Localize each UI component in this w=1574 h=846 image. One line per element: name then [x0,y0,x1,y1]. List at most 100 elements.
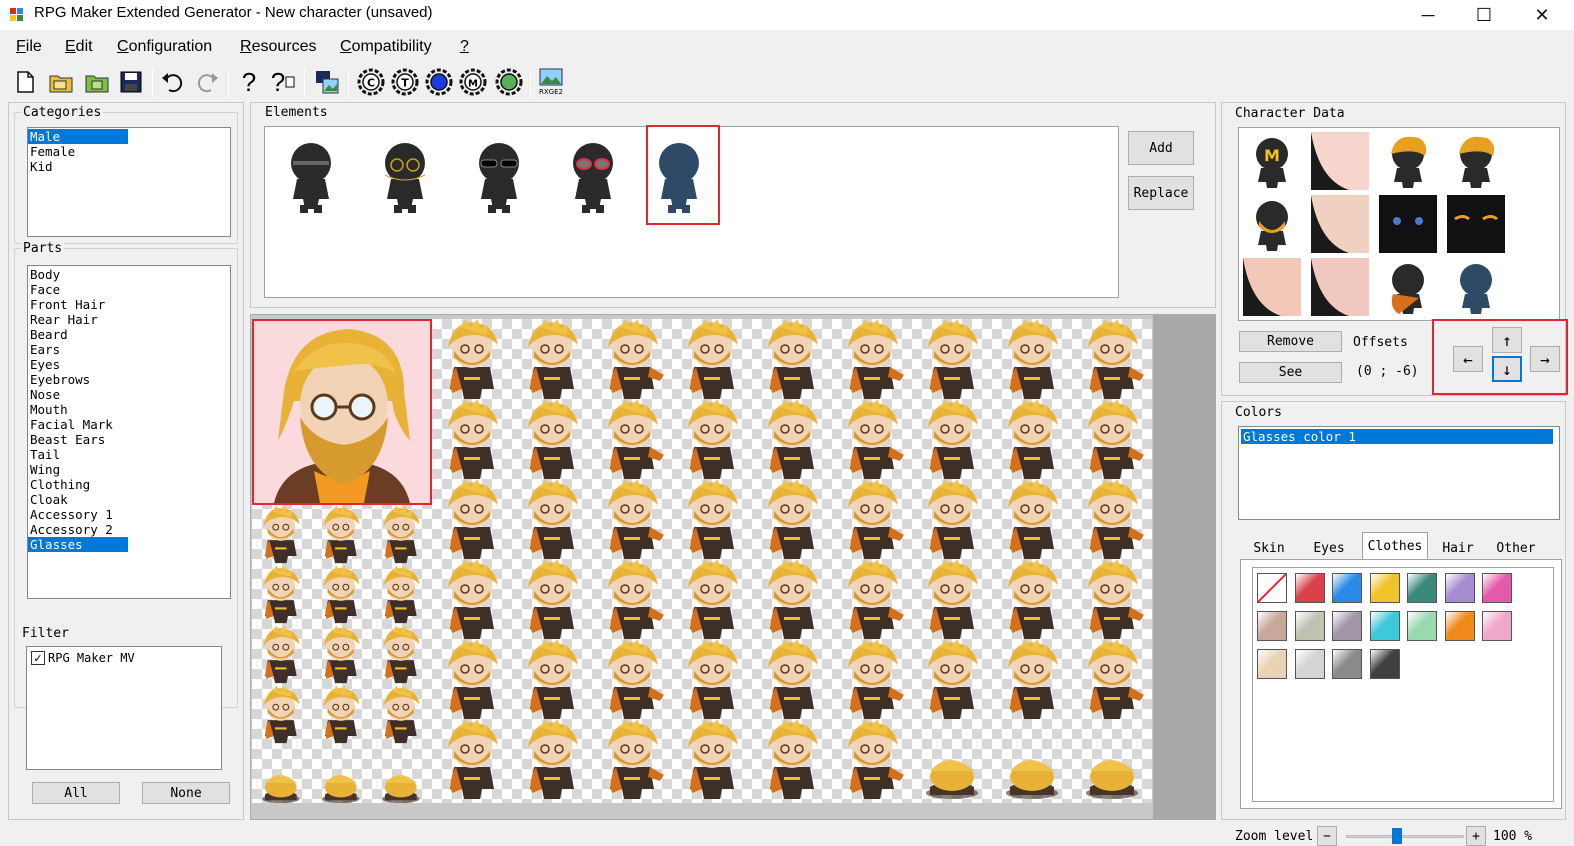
parts-list-item[interactable]: Beard [28,327,230,342]
color-swatch[interactable] [1482,573,1512,603]
offset-left-button[interactable]: ← [1453,346,1483,372]
color-channel-item[interactable]: Glasses color 1 [1241,429,1553,444]
see-button[interactable]: See [1239,362,1342,383]
parts-list-item[interactable]: Beast Ears [28,432,230,447]
menu-edit[interactable]: Edit [65,38,93,56]
zoom-slider-thumb[interactable] [1392,828,1403,844]
tab-clothes[interactable]: Clothes [1362,532,1428,560]
replace-button[interactable]: Replace [1128,176,1194,210]
tool-c-button[interactable]: C [356,67,386,97]
element-thumb-red-glasses-icon[interactable] [563,135,623,215]
parts-list-item[interactable]: Body [28,267,230,282]
color-swatch[interactable] [1407,611,1437,641]
parts-list-item[interactable]: Eyes [28,357,230,372]
tool-t-button[interactable]: T [390,67,420,97]
character-part-thumb-ear-icon[interactable] [1311,195,1369,253]
tool-color-button[interactable] [424,67,454,97]
color-channel-list[interactable]: Glasses color 1 [1238,426,1560,520]
preview-scroll-area[interactable] [1153,315,1215,819]
character-part-thumb-hair-icon[interactable] [1379,132,1437,190]
filter-all-button[interactable]: All [32,782,120,804]
color-swatch[interactable] [1294,611,1325,641]
offset-down-button[interactable]: ↓ [1492,356,1522,382]
add-button[interactable]: Add [1128,131,1194,165]
zoom-in-button[interactable]: + [1466,826,1486,846]
zoom-out-button[interactable]: − [1317,826,1337,846]
rxge-export-button[interactable]: RXGE2 [536,67,566,97]
remove-button[interactable]: Remove [1239,331,1342,352]
parts-list-item[interactable]: Facial Mark [28,417,230,432]
character-part-thumb-skin-icon[interactable] [1311,132,1369,190]
character-part-thumb-face-icon[interactable]: M [1243,132,1301,190]
category-list-item[interactable]: Female [28,144,230,159]
checkbox-checked-icon[interactable]: ✓ [31,651,45,665]
menu-compatibility[interactable]: Compatibility [340,38,432,56]
color-swatch[interactable] [1294,649,1325,679]
export-image-button[interactable] [312,67,342,97]
parts-list-item[interactable]: Accessory 2 [28,522,230,537]
parts-list-item[interactable]: Face [28,282,230,297]
menu-help[interactable]: ? [460,38,469,56]
element-thumb-sunglasses-icon[interactable] [469,135,529,215]
character-part-thumb-eyes-icon[interactable] [1379,195,1437,253]
parts-list-item[interactable]: Nose [28,387,230,402]
parts-list-item[interactable]: Cloak [28,492,230,507]
character-parts-list[interactable]: M [1238,127,1560,321]
parts-list-item[interactable]: Rear Hair [28,312,230,327]
color-swatch[interactable] [1444,611,1475,641]
color-swatch[interactable] [1332,649,1362,679]
character-part-thumb-glass-icon[interactable] [1447,258,1505,316]
parts-list-item[interactable]: Glasses [28,537,128,552]
character-part-thumb-nose-icon[interactable] [1243,258,1301,316]
parts-list-item[interactable]: Accessory 1 [28,507,230,522]
offset-right-button[interactable]: → [1530,346,1560,372]
close-button[interactable]: ✕ [1514,0,1570,30]
filter-none-button[interactable]: None [142,782,230,804]
parts-list-item[interactable]: Tail [28,447,230,462]
color-swatch[interactable] [1294,573,1325,603]
category-list-item[interactable]: Male [28,129,128,144]
parts-list-item[interactable]: Eyebrows [28,372,230,387]
parts-list-item[interactable]: Wing [28,462,230,477]
color-swatch[interactable] [1369,573,1400,603]
categories-list[interactable]: Male Female Kid [27,127,231,237]
open-button[interactable] [46,67,76,97]
new-button[interactable] [10,67,40,97]
redo-button[interactable] [192,67,222,97]
zoom-slider[interactable] [1346,828,1464,844]
character-part-thumb-hair2-icon[interactable] [1447,132,1505,190]
tab-skin[interactable]: Skin [1244,536,1294,560]
parts-list[interactable]: Body Face Front Hair Rear Hair Beard Ears Eyes… [27,265,231,599]
color-swatch[interactable] [1332,573,1362,603]
category-list-item[interactable]: Kid [28,159,230,174]
tool-m-button[interactable]: M [458,67,488,97]
tab-other[interactable]: Other [1490,536,1542,560]
color-swatch[interactable] [1369,611,1400,641]
character-part-thumb-beard-icon[interactable] [1243,195,1301,253]
parts-list-item[interactable]: Mouth [28,402,230,417]
minimize-button[interactable]: ─ [1400,0,1456,30]
context-help-button[interactable]: ? [268,67,298,97]
undo-button[interactable] [158,67,188,97]
color-swatch[interactable] [1257,611,1287,641]
spritesheet-canvas[interactable] [252,319,1152,804]
color-swatch[interactable] [1482,611,1512,641]
menu-resources[interactable]: Resources [240,38,316,56]
filter-item[interactable]: ✓ RPG Maker MV [31,651,135,665]
color-swatch[interactable] [1444,573,1475,603]
save-button[interactable] [116,67,146,97]
color-swatch[interactable] [1369,649,1400,679]
import-button[interactable] [82,67,112,97]
character-part-thumb-cloak-icon[interactable] [1379,258,1437,316]
tab-hair[interactable]: Hair [1432,536,1484,560]
element-thumb-plain-icon[interactable] [281,135,341,215]
element-thumb-gold-glasses-icon[interactable] [375,135,435,215]
parts-list-item[interactable]: Ears [28,342,230,357]
color-swatch[interactable] [1407,573,1437,603]
menu-file[interactable]: File [16,38,42,56]
tab-eyes[interactable]: Eyes [1302,536,1356,560]
menu-configuration[interactable]: Configuration [117,38,212,56]
character-part-thumb-mouth-icon[interactable] [1311,258,1369,316]
tool-map-button[interactable] [494,67,524,97]
character-part-thumb-brows-icon[interactable] [1447,195,1505,253]
